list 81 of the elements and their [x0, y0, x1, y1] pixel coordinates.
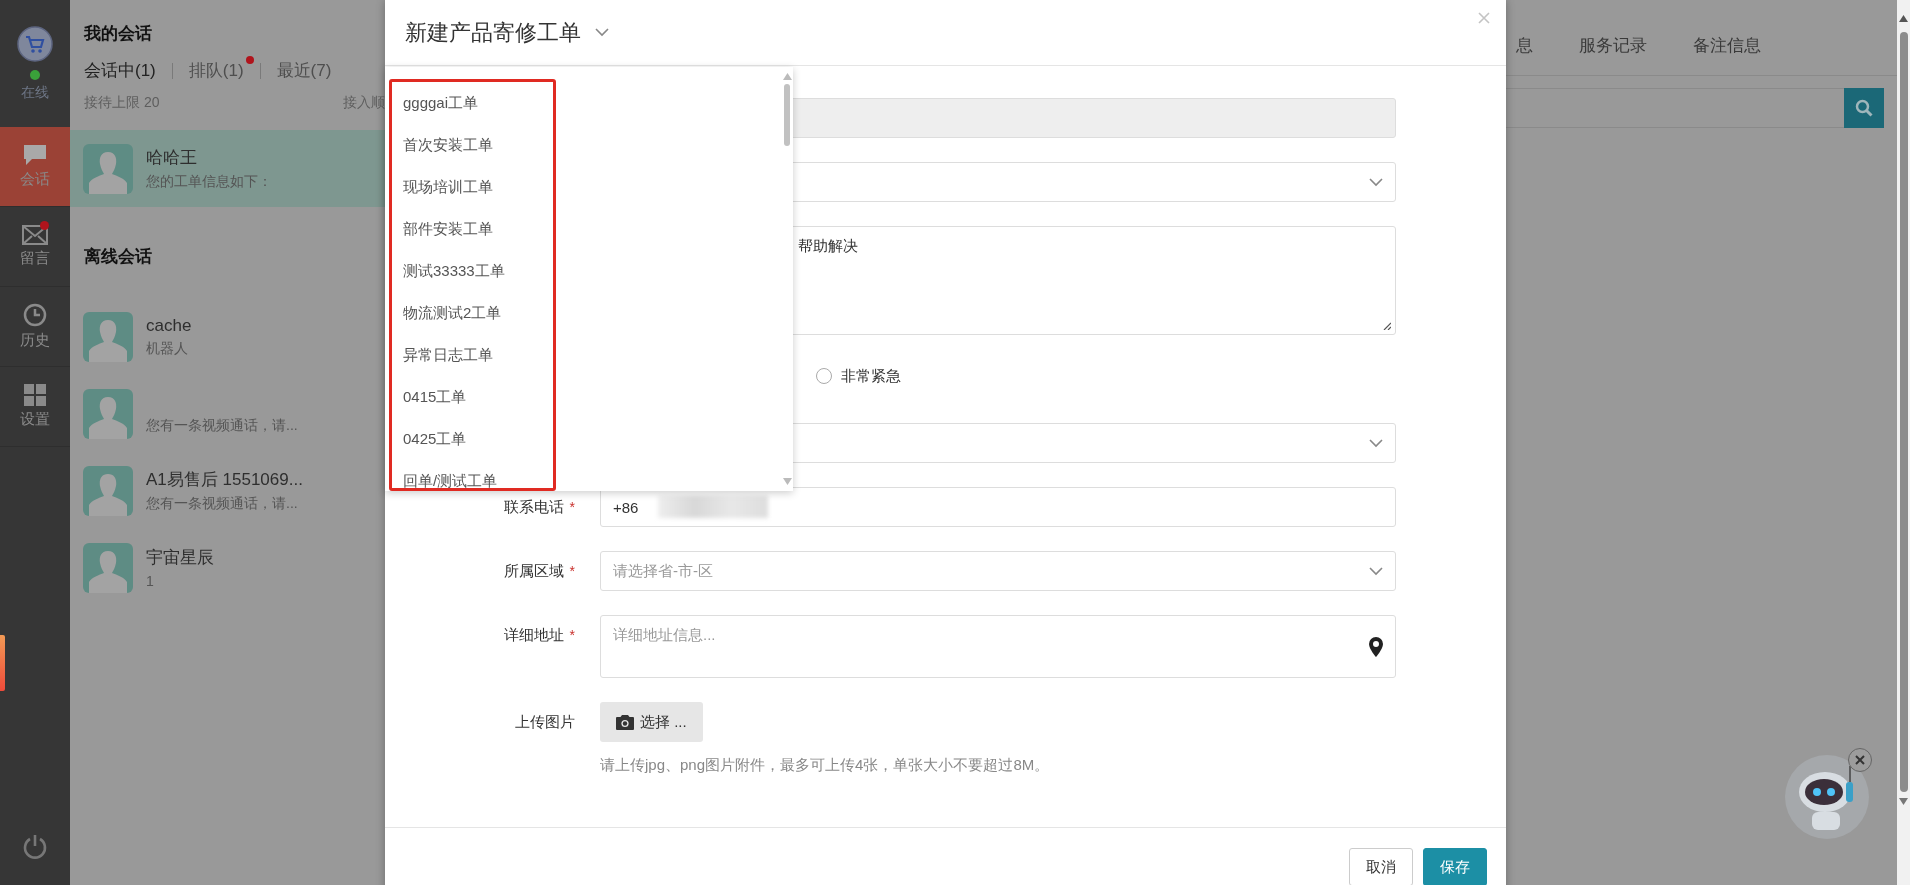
chat-bubble-icon: [22, 144, 48, 166]
address-input-field[interactable]: 详细地址信息...: [600, 615, 1396, 678]
chevron-down-icon: [595, 28, 609, 37]
scroll-down-arrow-icon[interactable]: [782, 478, 792, 485]
dropdown-option[interactable]: 0415工单: [392, 376, 553, 418]
dropdown-option[interactable]: 测试33333工单: [392, 250, 553, 292]
contact-name: 哈哈王: [146, 147, 198, 169]
field-label: 详细地址: [503, 625, 564, 645]
avatar-silhouette: [83, 388, 133, 439]
edge-tab[interactable]: [0, 635, 5, 691]
message-preview: 您有一条视频通话，请...: [146, 416, 298, 435]
select-field[interactable]: 请选择省-市-区: [600, 551, 1396, 591]
chevron-down-icon: [1369, 177, 1383, 187]
phone-input-field[interactable]: +86: [600, 487, 1396, 527]
avatar-silhouette: [83, 542, 133, 593]
session-item[interactable]: 宇宙星辰 1: [70, 529, 385, 606]
contact-name: 宇宙星辰: [146, 547, 214, 569]
session-item[interactable]: 哈哈王 您的工单信息如下：: [70, 130, 385, 207]
cancel-button[interactable]: 取消: [1349, 848, 1413, 885]
resize-handle-icon: [1383, 322, 1391, 330]
upload-hint: 请上传jpg、png图片附件，最多可上传4张，单张大小不要超过8M。: [600, 756, 1051, 775]
online-status-dot: [30, 70, 40, 80]
scroll-up-arrow-icon[interactable]: [1899, 15, 1908, 22]
scroll-down-arrow-icon[interactable]: [1899, 798, 1908, 805]
contact-name: A1易售后 1551069...: [146, 469, 303, 491]
required-mark: *: [569, 627, 575, 643]
session-item[interactable]: 您有一条视频通话，请...: [70, 375, 385, 452]
session-tab[interactable]: 排队(1): [188, 59, 244, 82]
grid-icon: [24, 384, 46, 406]
chevron-down-icon: [1369, 566, 1383, 576]
choose-file-button[interactable]: 选择 ...: [600, 702, 703, 742]
camera-icon: [616, 714, 634, 730]
info-tab[interactable]: 备注信息: [1693, 34, 1761, 75]
page-scrollbar[interactable]: [1897, 0, 1910, 885]
info-tab[interactable]: 服务记录: [1579, 34, 1647, 75]
message-preview: 1: [146, 573, 155, 589]
map-pin-icon[interactable]: [1369, 636, 1383, 657]
dialog-title[interactable]: 新建产品寄修工单: [405, 17, 581, 48]
search-button[interactable]: [1844, 88, 1884, 128]
field-label: 所属区域: [503, 561, 564, 581]
dropdown-option[interactable]: 物流测试2工单: [392, 292, 553, 334]
section-title: 我的会话: [83, 23, 153, 45]
dropdown-option[interactable]: 现场培训工单: [392, 166, 553, 208]
field-label: 联系电话: [503, 497, 564, 517]
avatar-silhouette: [83, 465, 133, 516]
chevron-down-icon: [1369, 438, 1383, 448]
message-preview: 机器人: [146, 339, 189, 358]
power-icon[interactable]: [21, 833, 49, 861]
dropdown-option[interactable]: 0425工单: [392, 418, 553, 460]
save-button[interactable]: 保存: [1423, 848, 1487, 885]
dropdown-option[interactable]: 回单/测试工单: [392, 460, 553, 488]
robot-assistant-drawing[interactable]: [1782, 752, 1872, 842]
dropdown-option[interactable]: ggggai工单: [392, 82, 553, 124]
required-mark: *: [569, 563, 575, 579]
session-item[interactable]: cache 机器人: [70, 298, 385, 375]
message-preview: 您的工单信息如下：: [146, 173, 272, 191]
avatar-silhouette: [83, 143, 133, 194]
dropdown-option[interactable]: 部件安装工单: [392, 208, 553, 250]
session-tab[interactable]: 最近(7): [276, 59, 332, 82]
close-icon: [1855, 755, 1865, 765]
scrollbar-thumb[interactable]: [1899, 32, 1908, 792]
info-tab[interactable]: 息: [1516, 34, 1533, 75]
avatar-silhouette: [83, 311, 133, 362]
contact-name: cache: [146, 315, 192, 336]
session-item[interactable]: A1易售后 1551069... 您有一条视频通话，请...: [70, 452, 385, 529]
close-button[interactable]: [1848, 748, 1872, 772]
close-icon: [1478, 12, 1490, 24]
radio-label: 非常紧急: [841, 366, 901, 386]
dropdown-option[interactable]: 异常日志工单: [392, 334, 553, 376]
field-label: 上传图片: [515, 712, 575, 732]
status-label: 在线: [20, 84, 50, 102]
search-icon: [1855, 99, 1873, 117]
section-title: 离线会话: [83, 246, 153, 268]
envelope-icon: [22, 225, 48, 245]
required-mark: *: [569, 499, 575, 515]
message-preview: 您有一条视频通话，请...: [146, 495, 299, 513]
clock-icon: [23, 303, 47, 327]
session-tab[interactable]: 会话中(1): [84, 59, 156, 82]
scrollbar-thumb[interactable]: [784, 84, 790, 146]
cart-logo-icon: [17, 26, 53, 62]
dropdown-option[interactable]: 首次安装工单: [392, 124, 553, 166]
